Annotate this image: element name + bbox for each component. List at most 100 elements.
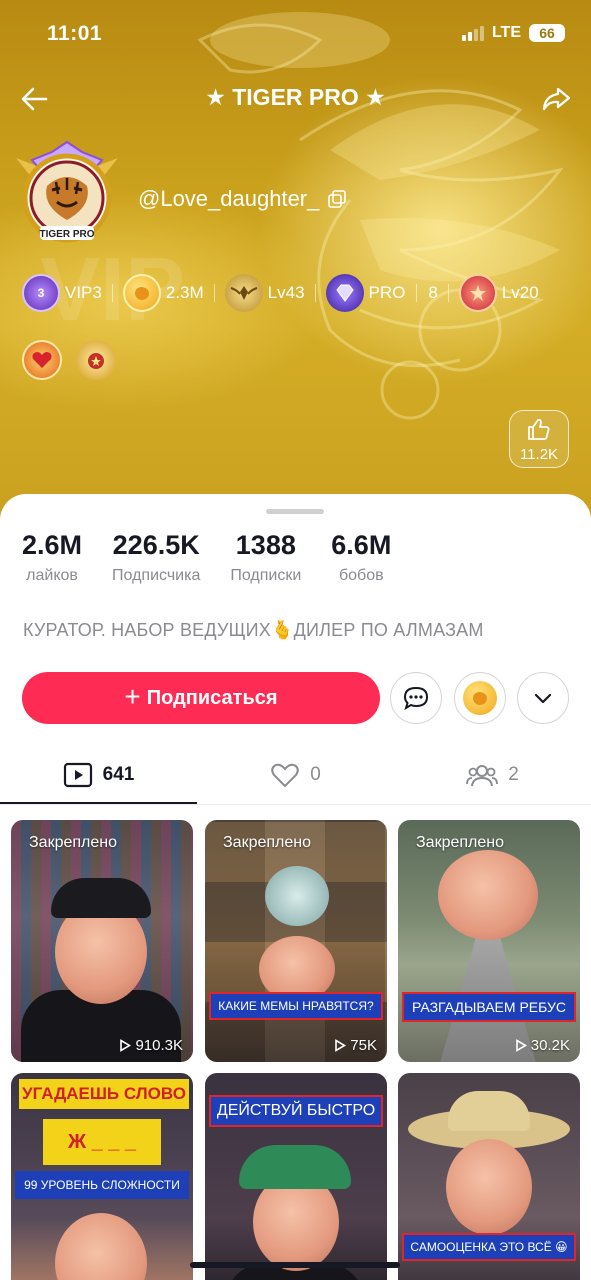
view-count-value: 30.2K [530, 1037, 570, 1054]
video-thumbnail[interactable]: РАЗГАДЫВАЕМ РЕБУС Закреплено 30.2K [398, 820, 580, 1062]
follow-button[interactable]: + Подписаться [22, 672, 380, 724]
medal-star-badge-icon[interactable] [76, 340, 116, 380]
pinned-label: Закреплено [223, 834, 311, 851]
thumbnail-face [446, 1139, 532, 1235]
badge-coins[interactable]: 2.3M [122, 274, 204, 312]
video-icon [63, 762, 92, 788]
video-caption: УГАДАЕШЬ СЛОВО [19, 1079, 189, 1109]
tab-count: 641 [102, 764, 135, 785]
badge-separator [111, 284, 113, 302]
stats-row: 2.6M лайков 226.5K Подписчика 1388 Подпи… [22, 530, 421, 585]
tab-count: 2 [508, 764, 519, 785]
video-thumbnail[interactable]: ДЕЙСТВУЙ БЫСТРО [205, 1073, 387, 1280]
badge-fan-level[interactable]: Lv20 [458, 274, 539, 312]
video-subcaption: 99 УРОВЕНЬ СЛОЖНОСТИ [15, 1171, 189, 1199]
thumbnail-hat [448, 1091, 530, 1131]
username-row: @Love_daughter_ [138, 186, 347, 212]
message-button[interactable] [390, 672, 442, 724]
vip-badge-icon: 3 [22, 274, 60, 312]
battery-icon: 66 [529, 24, 565, 42]
profile-sheet: 2.6M лайков 226.5K Подписчика 1388 Подпи… [0, 494, 591, 1280]
view-count: 75K [334, 1037, 377, 1054]
video-thumbnail[interactable]: САМООЦЕНКА ЭТО ВСЁ 😀 [398, 1073, 580, 1280]
stat-following[interactable]: 1388 Подписки [230, 530, 301, 585]
badge-separator [314, 284, 316, 302]
badge-pro[interactable]: PRO 8 [325, 274, 438, 312]
network-type: LTE [491, 24, 521, 41]
view-count-value: 910.3K [135, 1037, 183, 1054]
thumbnail-face [55, 1213, 147, 1280]
status-bar: 11:01 LTE 66 [0, 22, 591, 50]
avatar[interactable]: TIGER PRO [12, 138, 122, 248]
tab-friends[interactable]: 2 [394, 746, 591, 804]
coin-icon [463, 681, 497, 715]
profile-likes-count: 11.2K [519, 446, 559, 463]
tab-videos[interactable]: 641 [0, 746, 197, 804]
badge-separator [213, 284, 215, 302]
heart-icon [271, 763, 299, 788]
tabs-divider [0, 804, 591, 805]
more-options-button[interactable] [517, 672, 569, 724]
heart-shield-badge-icon[interactable] [22, 340, 62, 380]
profile-likes-button[interactable]: 11.2K [509, 410, 569, 468]
view-count-value: 75K [350, 1037, 377, 1054]
badge-pro-label: PRO [368, 283, 406, 302]
action-buttons: + Подписаться [22, 672, 570, 724]
stat-beans[interactable]: 6.6M бобов [331, 530, 391, 585]
view-count: 30.2K [515, 1037, 570, 1054]
badge-separator [416, 284, 418, 302]
video-caption: КАКИЕ МЕМЫ НРАВЯТСЯ? [209, 992, 383, 1020]
video-thumbnail[interactable]: УГАДАЕШЬ СЛОВО Ж _ _ _ 99 УРОВЕНЬ СЛОЖНО… [11, 1073, 193, 1280]
stat-value: 226.5K [112, 530, 200, 560]
status-time: 11:01 [47, 22, 103, 45]
page-title: ★ TIGER PRO ★ [205, 84, 386, 110]
level-wings-icon [224, 274, 263, 312]
badge-pro-extra: 8 [428, 283, 438, 302]
stat-followers[interactable]: 226.5K Подписчика [112, 530, 200, 585]
sheet-drag-handle[interactable] [266, 509, 324, 514]
people-icon [466, 765, 499, 787]
tab-liked[interactable]: 0 [197, 746, 394, 804]
home-indicator[interactable] [190, 1262, 400, 1268]
diamond-pro-icon [325, 274, 364, 312]
fan-level-icon [458, 274, 497, 312]
video-caption: РАЗГАДЫВАЕМ РЕБУС [402, 992, 576, 1022]
coin-icon [122, 274, 161, 312]
play-icon [515, 1039, 527, 1052]
extra-badges-row [22, 340, 116, 380]
badge-level[interactable]: Lv43 [224, 274, 305, 312]
username: @Love_daughter_ [138, 186, 320, 211]
video-thumbnail[interactable]: Закреплено 910.3K [11, 820, 193, 1062]
gift-coin-button[interactable] [454, 672, 506, 724]
video-word-puzzle: Ж _ _ _ [43, 1119, 161, 1165]
stat-likes[interactable]: 2.6M лайков [22, 530, 82, 585]
svg-text:TIGER PRO: TIGER PRO [39, 229, 94, 240]
signal-icon [461, 25, 484, 41]
video-caption: САМООЦЕНКА ЭТО ВСЁ 😀 [402, 1233, 576, 1261]
play-icon [335, 1039, 347, 1052]
badge-vip[interactable]: 3 VIP3 [22, 274, 102, 312]
badge-vip-label: VIP3 [65, 283, 102, 302]
follow-button-label: Подписаться [146, 686, 278, 709]
profile-banner: VIP 11:01 LTE 66 ★ TIGER PRO ★ TIGER PRO… [0, 0, 591, 540]
share-button[interactable] [539, 82, 573, 116]
badge-level-label: Lv43 [267, 283, 305, 302]
stat-value: 1388 [235, 530, 296, 560]
play-icon [120, 1039, 132, 1052]
copy-icon[interactable] [327, 189, 347, 209]
stat-label: Подписчика [112, 567, 201, 584]
share-arrow-icon [542, 87, 571, 111]
video-thumbnail[interactable]: КАКИЕ МЕМЫ НРАВЯТСЯ? Закреплено 75K [205, 820, 387, 1062]
badge-coins-label: 2.3M [165, 283, 204, 302]
tab-count: 0 [310, 764, 321, 785]
thumbnail-face [438, 850, 538, 940]
thumbs-up-icon [528, 418, 550, 440]
content-tabs: 641 0 2 [0, 746, 591, 806]
thumbnail-cap [51, 878, 151, 918]
plus-icon: + [124, 680, 141, 712]
pinned-label: Закреплено [416, 834, 504, 851]
tiger-pro-avatar-icon: TIGER PRO [16, 140, 118, 243]
stat-value: 2.6M [22, 530, 83, 560]
view-count: 910.3K [119, 1037, 183, 1054]
pinned-label: Закреплено [29, 834, 117, 851]
